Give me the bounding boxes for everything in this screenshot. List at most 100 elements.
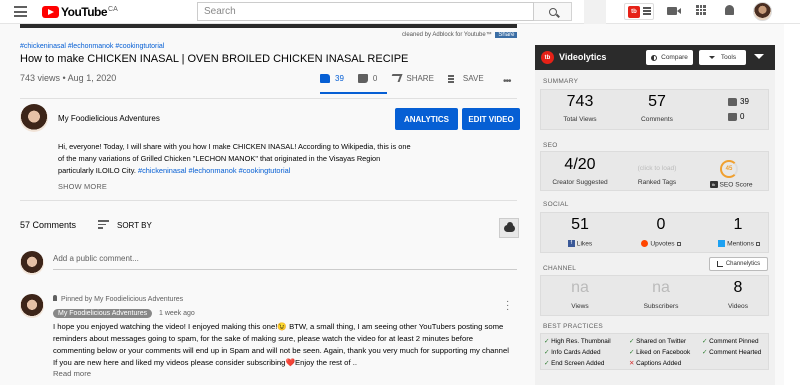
- analytics-button[interactable]: ANALYTICS: [395, 108, 458, 130]
- user-avatar: [20, 251, 44, 275]
- channel-views-value: na: [571, 279, 589, 296]
- social-card: 51 f Likes 0 Upvotes 1 Mentions: [540, 212, 769, 253]
- channel-label: CHANNEL: [543, 265, 577, 272]
- comments-label: Comments: [641, 116, 673, 123]
- twitter-icon: [718, 240, 726, 247]
- reddit-icon: [641, 240, 649, 247]
- channelytics-button[interactable]: Channelytics: [709, 257, 768, 271]
- total-views-label: Total Views: [563, 116, 597, 123]
- create-video-icon[interactable]: [667, 7, 681, 15]
- playlist-add-icon: [447, 74, 458, 82]
- pinned-label: Pinned by My Foodielicious Adventures: [53, 295, 183, 303]
- social-label: SOCIAL: [543, 201, 569, 208]
- add-comment-input[interactable]: Add a public comment...: [53, 254, 139, 263]
- summary-card: 743 Total Views 57 Comments 39 0: [540, 89, 769, 130]
- share-icon: [389, 74, 403, 82]
- best-practices-card: ✓ High Res. Thumbnail ✓ Shared on Twitte…: [540, 333, 769, 370]
- seo-score-label: tb SEO Score: [707, 181, 755, 188]
- pinned-text: Pinned by My Foodielicious Adventures: [61, 296, 184, 303]
- search-input[interactable]: Search: [197, 2, 534, 21]
- divider: [20, 98, 517, 99]
- video-player-bottom[interactable]: [20, 24, 517, 28]
- more-actions-icon[interactable]: •••: [503, 76, 511, 87]
- show-more-button[interactable]: SHOW MORE: [58, 182, 107, 191]
- search-side-panel: [584, 0, 606, 24]
- external-link-icon: [755, 241, 760, 246]
- share-button[interactable]: SHARE: [389, 74, 434, 83]
- description-line: of the many variations of Grilled Chicke…: [58, 154, 381, 163]
- seo-score-text: SEO Score: [719, 181, 753, 189]
- collapse-caret-icon[interactable]: [754, 54, 764, 59]
- creator-suggested-value[interactable]: 4/20: [555, 156, 605, 174]
- edit-video-button[interactable]: EDIT VIDEO: [462, 108, 520, 130]
- bp-item-missing: ✕ Captions Added: [629, 360, 682, 367]
- sort-button[interactable]: SORT BY: [98, 220, 152, 231]
- video-hashtags[interactable]: #chickeninasal #lechonmanok #cookingtuto…: [20, 43, 164, 50]
- videolytics-title: Videolytics: [559, 52, 607, 62]
- reddit-upvotes-value: 0: [656, 216, 666, 233]
- like-button[interactable]: 39: [320, 73, 344, 83]
- thumbs-down-icon: [357, 73, 368, 83]
- account-avatar[interactable]: [753, 2, 772, 21]
- description-hashtags[interactable]: #chickeninasal #lechonmanok #cookingtuto…: [138, 166, 290, 175]
- facebook-likes-value: 51: [571, 216, 589, 233]
- bp-item-ok: ✓ Comment Hearted: [702, 349, 762, 356]
- youtube-logo[interactable]: YouTube CA: [42, 5, 118, 19]
- reddit-upvotes-label[interactable]: Upvotes: [634, 240, 688, 247]
- facebook-likes-text: Likes: [576, 240, 593, 248]
- pin-icon: [53, 295, 57, 301]
- bp-item-ok: ✓ Comment Pinned: [702, 338, 759, 345]
- channel-name[interactable]: My Foodielicious Adventures: [58, 114, 160, 123]
- tools-button[interactable]: Tools: [699, 50, 746, 65]
- ranked-tags-load[interactable]: (click to load): [627, 165, 687, 172]
- creator-suggested-label: Creator Suggested: [552, 179, 608, 186]
- notifications-bell-icon[interactable]: [725, 5, 734, 15]
- video-actions: 39 0 SHARE SAVE: [320, 68, 498, 88]
- thumbs-up-icon: [320, 73, 330, 83]
- compare-icon: [651, 54, 658, 61]
- comment-time[interactable]: 1 week ago: [159, 310, 195, 317]
- channel-subscribers-value: na: [652, 279, 670, 296]
- commenter-avatar[interactable]: [20, 294, 44, 318]
- top-bar: YouTube CA Search tb: [0, 0, 800, 24]
- tubebuddy-button[interactable]: tb: [624, 3, 654, 20]
- scroll-area[interactable]: [784, 24, 800, 385]
- twitter-mentions-text: Mentions: [727, 240, 754, 248]
- thumbs-up-icon: [728, 97, 737, 106]
- twitter-mentions-value: 1: [733, 216, 743, 233]
- facebook-icon: f: [567, 240, 575, 247]
- twitter-mentions-label[interactable]: Mentions: [711, 240, 767, 247]
- bp-item-ok: ✓ Info Cards Added: [544, 349, 601, 356]
- comment-author[interactable]: My Foodielicious Adventures: [53, 309, 153, 318]
- video-description: Hi, everyone! Today, I will share with y…: [58, 141, 418, 177]
- comment-text: I hope you enjoyed watching the video! I…: [53, 322, 509, 367]
- channel-subscribers-label: Subscribers: [643, 303, 679, 310]
- adblock-share-button[interactable]: Share: [495, 32, 518, 38]
- comments-value: 57: [648, 93, 666, 110]
- channel-videos-value: 8: [733, 279, 743, 296]
- comment-input-underline: [53, 269, 517, 270]
- summary-likes-value: 39: [740, 97, 749, 106]
- summary-label: SUMMARY: [543, 78, 579, 85]
- bp-item-ok: ✓ Liked on Facebook: [629, 349, 691, 356]
- ranked-tags-label: Ranked Tags: [637, 179, 677, 186]
- read-more-button[interactable]: Read more: [53, 369, 91, 378]
- channel-views-label: Views: [571, 303, 589, 310]
- search-button[interactable]: [534, 2, 572, 21]
- search-icon: [548, 7, 557, 16]
- bp-item-ok: ✓ End Screen Added: [544, 360, 605, 367]
- external-link-icon: [676, 241, 681, 246]
- compare-button[interactable]: Compare: [646, 50, 693, 65]
- save-button[interactable]: SAVE: [447, 74, 484, 83]
- dislike-button[interactable]: 0: [357, 73, 377, 83]
- comment-menu-icon[interactable]: · · ·: [506, 297, 509, 315]
- channel-avatar[interactable]: [20, 104, 48, 132]
- cloud-tool-button[interactable]: [499, 218, 519, 238]
- compare-label: Compare: [661, 54, 688, 61]
- menu-icon[interactable]: [14, 6, 27, 17]
- cloud-icon: [503, 221, 515, 232]
- total-views-value: 743: [566, 93, 594, 110]
- like-count: 39: [335, 73, 344, 83]
- apps-icon[interactable]: [696, 5, 706, 15]
- seo-score-gauge[interactable]: 45: [720, 160, 738, 178]
